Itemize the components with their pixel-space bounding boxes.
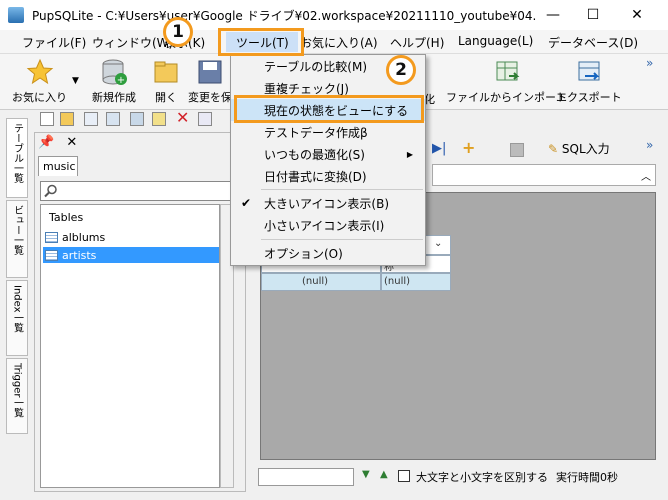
- menu-help[interactable]: ヘルプ(H): [390, 34, 444, 51]
- menu-item-optimize-label: いつもの最適化(S): [264, 147, 365, 162]
- grid-header-dropdown-icon[interactable]: ⌄: [434, 238, 442, 249]
- tree-item-label: alblums: [62, 230, 106, 244]
- star-icon: [26, 58, 53, 85]
- table-icon: [45, 249, 58, 261]
- tree-item-label: artists: [62, 248, 97, 262]
- last-record-icon[interactable]: ▶|: [432, 141, 446, 156]
- maximize-button[interactable]: ☐: [570, 0, 616, 30]
- close-panel-icon[interactable]: ✕: [66, 135, 77, 150]
- menu-language[interactable]: Language(L): [458, 34, 533, 48]
- window-icon[interactable]: [198, 112, 212, 126]
- database-tab[interactable]: music: [38, 156, 78, 176]
- menu-item-small-icons[interactable]: 小さいアイコン表示(I): [231, 214, 425, 236]
- check-icon: ✔: [241, 196, 252, 210]
- search-icon: [44, 184, 57, 198]
- menu-bar: ファイル(F) ウィンドウ(W) 表示(K) ツール(T) お気に入り(A) ヘ…: [0, 30, 668, 54]
- highlight-tools-menu: [218, 28, 304, 56]
- menu-item-test-data[interactable]: テストデータ作成β: [231, 121, 425, 143]
- status-bar: ▼ ▲ 大文字と小文字を区別する 実行時間0秒: [256, 466, 668, 488]
- pin-icon[interactable]: 📌: [38, 135, 54, 150]
- menu-item-optimize[interactable]: いつもの最適化(S) ▶: [231, 143, 425, 165]
- import-file-button[interactable]: ファイルからインポート: [446, 58, 567, 105]
- next-down-icon[interactable]: ▼: [362, 469, 370, 480]
- add-record-icon[interactable]: +: [462, 138, 475, 157]
- new-label: 新規作成: [92, 91, 136, 104]
- calendar-icon[interactable]: [84, 112, 98, 126]
- menu-file[interactable]: ファイル(F): [22, 34, 86, 51]
- tree-header: Tables: [49, 211, 84, 224]
- menu-separator: [261, 189, 423, 190]
- prev-up-icon[interactable]: ▲: [380, 469, 388, 480]
- delete-icon[interactable]: ✕: [176, 108, 189, 127]
- open-button[interactable]: 開く: [152, 58, 180, 105]
- case-sensitive-checkbox[interactable]: [398, 470, 410, 482]
- sql-input-button[interactable]: ✎ SQL入力: [548, 140, 610, 157]
- step-badge-1: 1: [163, 17, 193, 47]
- favorites-dropdown-icon[interactable]: ▼: [72, 76, 79, 86]
- table-search-input[interactable]: [40, 181, 244, 201]
- open-label: 開く: [155, 91, 177, 104]
- menu-database[interactable]: データベース(D): [548, 34, 638, 51]
- save-changes-label: 変更を保: [188, 91, 232, 104]
- highlight-save-as-view: [234, 95, 424, 123]
- exec-time-label: 実行時間0秒: [556, 471, 618, 484]
- tree-item-alblums[interactable]: alblums: [43, 229, 219, 245]
- menu-item-large-icons-label: 大きいアイコン表示(B): [264, 196, 389, 211]
- menu-window[interactable]: ウィンドウ(W): [92, 34, 173, 51]
- save-record-icon[interactable]: [510, 143, 524, 157]
- search-text-input[interactable]: [258, 468, 354, 486]
- new-button[interactable]: + 新規作成: [92, 58, 136, 105]
- new-file-icon[interactable]: [40, 112, 54, 126]
- table-export-icon: [578, 61, 600, 81]
- export-label: エクスポート: [556, 91, 622, 104]
- favorites-button[interactable]: お気に入り: [12, 58, 67, 105]
- menu-item-large-icons[interactable]: ✔ 大きいアイコン表示(B): [231, 192, 425, 214]
- favorites-label: お気に入り: [12, 91, 67, 104]
- table-import-icon: [496, 61, 519, 81]
- toolbar-overflow-icon[interactable]: »: [646, 56, 653, 70]
- tree-item-artists[interactable]: artists: [43, 247, 219, 263]
- app-icon: [8, 7, 24, 23]
- menu-separator: [261, 239, 423, 240]
- brush-icon[interactable]: [152, 112, 166, 126]
- save-icon: [198, 60, 222, 84]
- case-sensitive-label: 大文字と小文字を区別する: [416, 471, 548, 484]
- folder-icon: [154, 61, 178, 83]
- folder-small-icon[interactable]: [60, 112, 74, 126]
- tab-index-list[interactable]: Index一覧: [6, 280, 28, 356]
- svg-text:+: +: [117, 75, 125, 86]
- table-icon: [45, 231, 58, 243]
- pencil-icon: ✎: [548, 142, 559, 156]
- new-database-icon: +: [102, 59, 127, 86]
- grid-cell[interactable]: (null): [261, 273, 381, 291]
- title-bar: PupSQLite - C:¥Users¥user¥Google ドライブ¥02…: [0, 0, 668, 30]
- submenu-arrow-icon: ▶: [406, 149, 413, 159]
- menu-item-options[interactable]: オプション(O): [231, 242, 425, 264]
- tab-view-list[interactable]: ビュー一覧: [6, 200, 28, 278]
- vertical-tab-strip: テーブル一覧 ビュー一覧 Index一覧 Trigger一覧: [6, 118, 28, 434]
- right-overflow-icon[interactable]: »: [646, 138, 653, 152]
- panel-controls: 📌 ✕: [38, 135, 77, 150]
- save-changes-button[interactable]: 変更を保: [188, 58, 232, 105]
- export-button[interactable]: エクスポート: [556, 58, 622, 105]
- window-title: PupSQLite - C:¥Users¥user¥Google ドライブ¥02…: [32, 8, 537, 23]
- menu-favorites[interactable]: お気に入り(A): [300, 34, 378, 51]
- table-tree: Tables alblums artists: [40, 204, 220, 488]
- chevron-up-icon[interactable]: ︿: [641, 168, 651, 183]
- grid-cell[interactable]: (null): [381, 273, 451, 291]
- tab-table-list[interactable]: テーブル一覧: [6, 118, 28, 198]
- menu-item-date-format[interactable]: 日付書式に変換(D): [231, 165, 425, 187]
- sql-input-label: SQL入力: [561, 142, 610, 156]
- tab-trigger-list[interactable]: Trigger一覧: [6, 358, 28, 434]
- tools-menu: テーブルの比較(M) 重複チェック(J) 現在の状態をビューにする テストデータ…: [230, 54, 426, 266]
- edit-icon[interactable]: [130, 112, 144, 126]
- filter-input[interactable]: ︿: [432, 164, 656, 186]
- grid-icon[interactable]: [106, 112, 120, 126]
- close-button[interactable]: ✕: [614, 0, 660, 30]
- import-file-label: ファイルからインポート: [446, 91, 567, 104]
- step-badge-2: 2: [386, 55, 416, 85]
